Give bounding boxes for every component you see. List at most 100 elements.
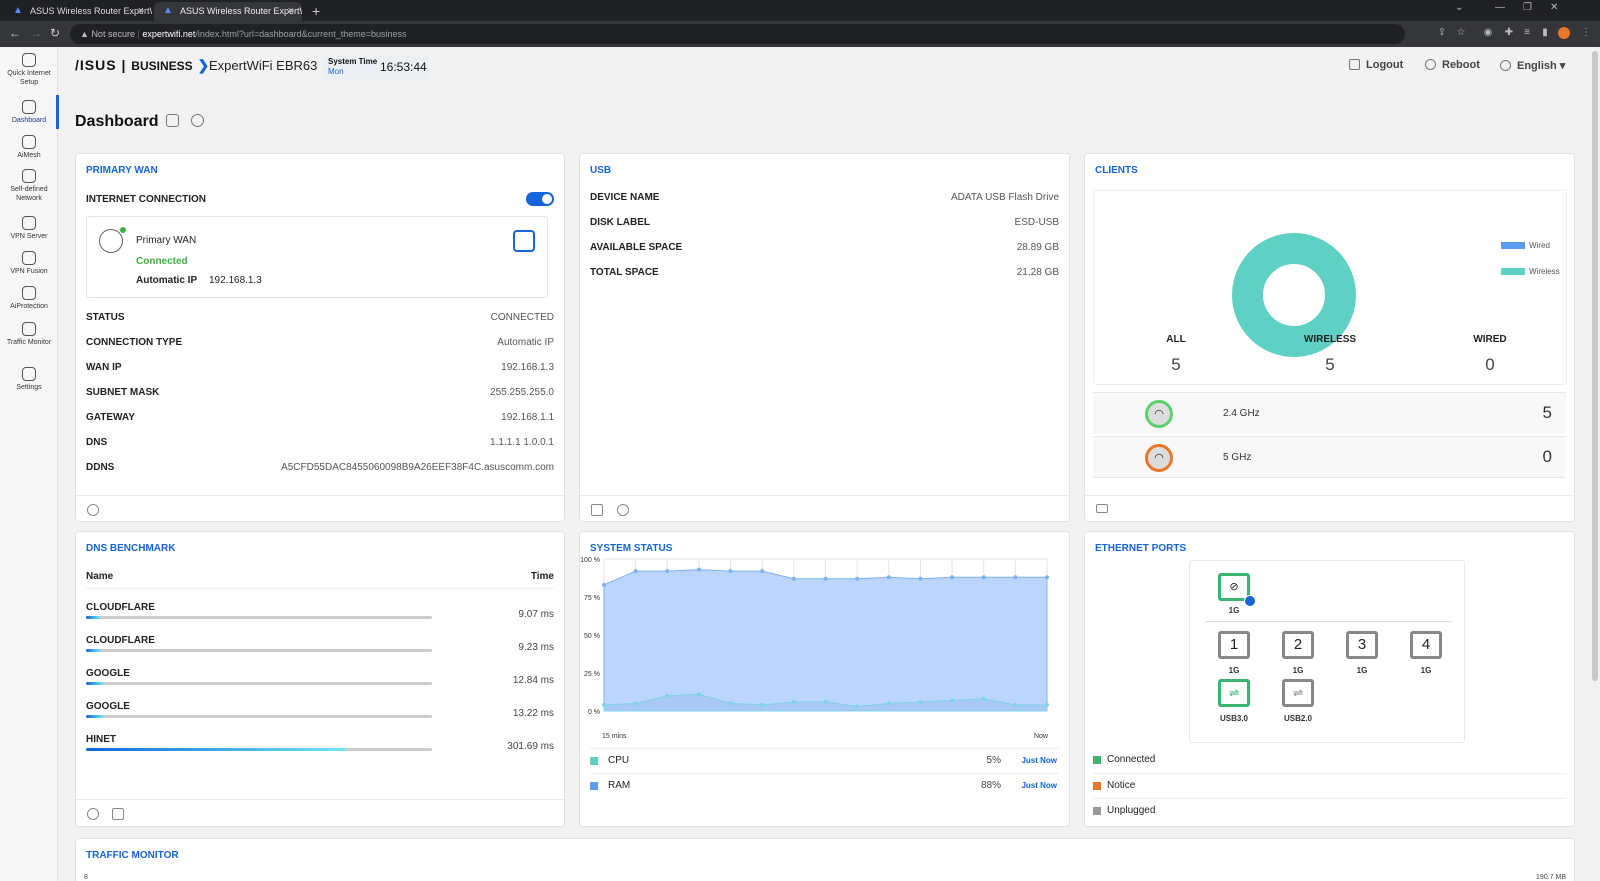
asus-favicon-icon: ▲ <box>13 5 23 16</box>
wan-name: Primary WAN <box>136 235 197 246</box>
add-widget-icon[interactable] <box>166 114 179 127</box>
lan-port-4[interactable]: 4 <box>1410 631 1442 659</box>
restore-icon[interactable]: ❐ <box>1523 2 1532 13</box>
cpu-point <box>760 702 765 707</box>
x-axis-start: 15 mins <box>602 733 627 740</box>
stat-value: 5 <box>1171 355 1181 374</box>
speedometer-icon[interactable] <box>87 504 99 516</box>
shield-icon <box>22 286 36 300</box>
tab-title: ASUS Wireless Router ExpertWi <box>180 6 302 16</box>
browser-menu-icon[interactable]: ⋮ <box>1580 27 1592 39</box>
puzzle-icon[interactable]: ✚ <box>1503 27 1515 39</box>
sidebar-item-vpn-fusion[interactable]: VPN Fusion <box>0 251 58 276</box>
ram-value: 88% <box>980 780 1001 791</box>
window-close-icon[interactable]: ✕ <box>1550 2 1558 13</box>
sidebar-item-aiprotection[interactable]: AiProtection <box>0 286 58 311</box>
brand-logo: /ISUS | BUSINESS ❯ <box>75 57 211 73</box>
card-title: TRAFFIC MONITOR <box>86 850 179 861</box>
usb2-port[interactable]: ⇌ <box>1282 679 1314 707</box>
close-tab-icon[interactable]: × <box>288 2 294 21</box>
browser-tab-bar: ▲ ASUS Wireless Router ExpertWi × ▲ ASUS… <box>0 0 1600 21</box>
band-count: 5 <box>1542 403 1552 422</box>
lan-port-3[interactable]: 3 <box>1346 631 1378 659</box>
lan-port-1[interactable]: 1 <box>1218 631 1250 659</box>
reading-list-icon[interactable]: ≡ <box>1521 27 1533 39</box>
sidebar-item-self-defined-network[interactable]: Self-defined Network <box>0 169 58 203</box>
location-pin-icon[interactable] <box>87 808 99 820</box>
lan-port-2[interactable]: 2 <box>1282 631 1314 659</box>
reload-icon[interactable]: ↻ <box>50 26 60 40</box>
ram-point <box>791 576 796 581</box>
browser-tab[interactable]: ▲ ASUS Wireless Router ExpertWi × <box>4 2 152 21</box>
globe-icon <box>1500 60 1511 71</box>
sidebar-item-vpn-server[interactable]: VPN Server <box>0 216 58 241</box>
band-row-5g[interactable]: ◠ 5 GHz 0 <box>1093 436 1566 478</box>
port-label: 1G <box>1420 666 1432 675</box>
cpu-point <box>823 699 828 704</box>
band-row-2g[interactable]: ◠ 2.4 GHz 5 <box>1093 392 1566 434</box>
dns-name: GOOGLE <box>86 701 130 712</box>
legend-swatch <box>1093 782 1101 790</box>
forward-icon[interactable]: → <box>30 26 42 40</box>
sidebar-item-quick-internet-setup[interactable]: Quick Internet Setup <box>0 53 58 87</box>
remove-icon[interactable] <box>617 504 629 516</box>
cpu-point <box>728 701 733 706</box>
sidebar-item-settings[interactable]: Settings <box>0 367 58 392</box>
sidebar-item-aimesh[interactable]: AiMesh <box>0 135 58 160</box>
internet-connection-toggle[interactable] <box>526 192 554 206</box>
ram-point <box>633 569 638 574</box>
brand-name: /ISUS <box>75 57 117 73</box>
edit-icon[interactable] <box>513 230 535 252</box>
language-select[interactable]: English ▾ <box>1500 59 1565 72</box>
y-axis-ticks: 100 % 75 % 50 % 25 % 0 % <box>580 557 600 716</box>
network-icon <box>22 169 36 183</box>
globe-icon <box>22 251 36 265</box>
tab-search-icon[interactable]: ⌄ <box>1455 2 1463 13</box>
eject-file-icon[interactable] <box>591 504 603 516</box>
sidebar-item-dashboard[interactable]: Dashboard <box>0 95 59 129</box>
port-label: 1G <box>1228 606 1240 615</box>
url-host: expertwifi.net <box>142 29 196 39</box>
usb3-port[interactable]: ⇌ <box>1218 679 1250 707</box>
minimize-icon[interactable]: — <box>1495 2 1505 13</box>
bookmark-star-icon[interactable]: ☆ <box>1455 27 1467 39</box>
reboot-button[interactable]: Reboot <box>1425 59 1480 71</box>
dns-row: GOOGLE 13.22 ms <box>86 701 554 731</box>
back-icon[interactable]: ← <box>9 26 21 40</box>
cpu-updated-label: Just Now <box>1021 756 1057 765</box>
wan-row: WAN IP 192.168.1.3 <box>86 362 554 378</box>
ram-point <box>855 576 860 581</box>
ram-point <box>1013 575 1018 580</box>
legend-notice: Notice <box>1093 773 1566 797</box>
close-tab-icon[interactable]: × <box>138 2 144 21</box>
dns-bar <box>86 649 432 652</box>
sidebar-item-label: VPN Server <box>10 233 48 240</box>
ram-point <box>696 567 701 572</box>
logout-button[interactable]: Logout <box>1349 59 1403 71</box>
internet-connection-row: INTERNET CONNECTION <box>86 194 554 210</box>
row-value: CONNECTED <box>490 312 554 323</box>
page-scrollbar[interactable] <box>1590 47 1600 881</box>
url-field[interactable]: ▲ Not secure | expertwifi.net/index.html… <box>70 24 1405 44</box>
usb-row: DISK LABEL ESD-USB <box>590 217 1059 233</box>
row-value: ESD-USB <box>1014 217 1059 228</box>
system-status-chart: 100 % 75 % 50 % 25 % 0 % 15 mins Now <box>580 557 1049 740</box>
scrollbar-thumb[interactable] <box>1592 51 1598 681</box>
dns-row: CLOUDFLARE 9.07 ms <box>86 602 554 632</box>
client-list-icon[interactable] <box>1096 504 1108 513</box>
sidepanel-icon[interactable]: ▮ <box>1539 27 1551 39</box>
trash-icon[interactable] <box>112 808 124 820</box>
traffic-monitor-card: TRAFFIC MONITOR 8 190.7 MB <box>75 838 1575 881</box>
system-time-badge: System Time Mon 16:53:44 <box>322 55 430 79</box>
profile-avatar[interactable] <box>1558 27 1570 39</box>
browser-tab-active[interactable]: ▲ ASUS Wireless Router ExpertWi × <box>154 2 302 21</box>
dns-bar-fill <box>86 715 104 718</box>
new-tab-icon[interactable]: + <box>312 2 320 20</box>
dns-bar <box>86 748 432 751</box>
gear-icon[interactable] <box>191 114 204 127</box>
extension-icon[interactable]: ◉ <box>1482 27 1494 39</box>
sidebar-item-label: VPN Fusion <box>10 268 48 275</box>
sidebar-item-traffic-monitor[interactable]: Traffic Monitor <box>0 322 58 347</box>
legend-label-wireless: Wireless <box>1529 267 1560 276</box>
share-icon[interactable]: ⇪ <box>1436 27 1448 39</box>
